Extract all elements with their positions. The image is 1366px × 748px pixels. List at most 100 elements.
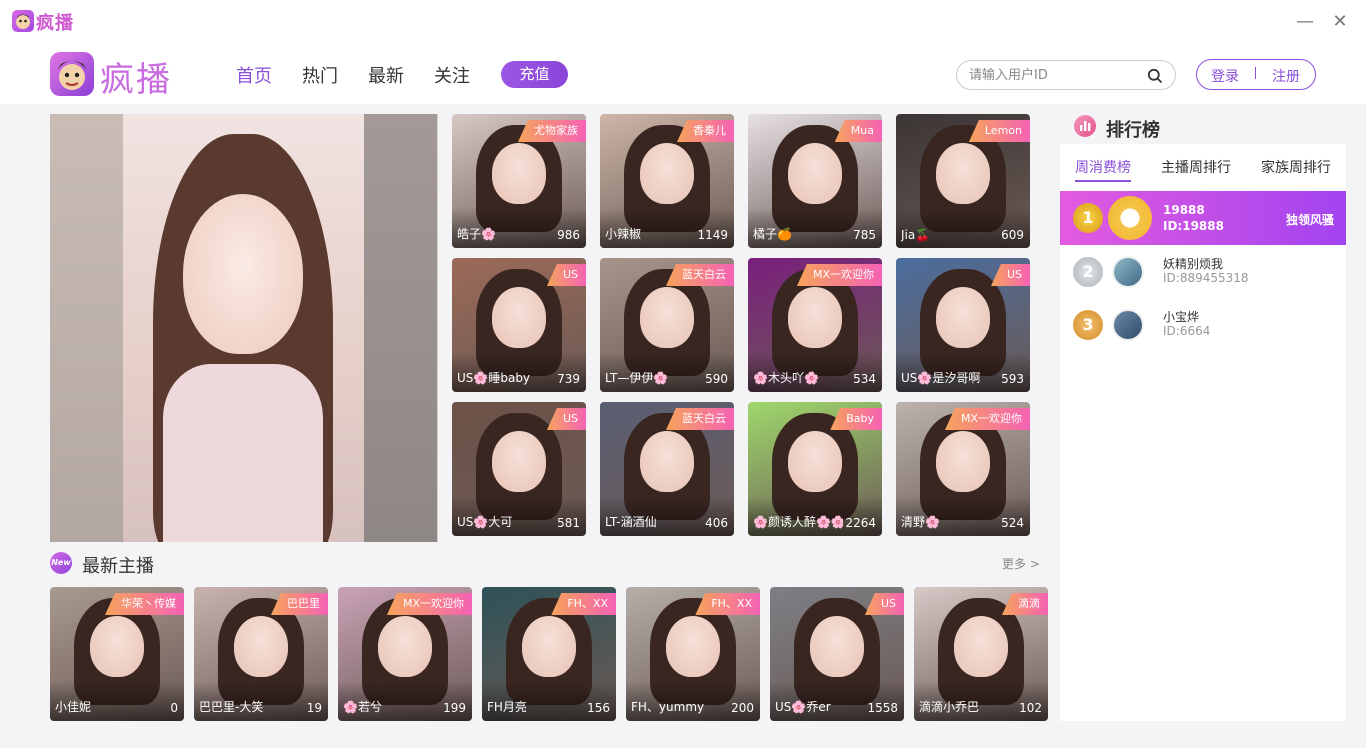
viewer-count: 581 xyxy=(557,516,580,530)
stream-card[interactable]: US US🌸乔er 1558 xyxy=(770,587,904,721)
tab-anchor-weekly[interactable]: 主播周排行 xyxy=(1161,157,1231,177)
stream-card[interactable]: MX一欢迎你 🌸若兮 199 xyxy=(338,587,472,721)
recharge-button[interactable]: 充值 xyxy=(501,61,568,88)
nav-home[interactable]: 首页 xyxy=(236,62,272,88)
streamer-name: 小辣椒 xyxy=(605,227,642,241)
streamer-face xyxy=(954,616,1008,677)
brand-logo-text[interactable]: 疯播 xyxy=(100,52,172,101)
streamer-name: 巴巴里-大笑 xyxy=(199,700,264,714)
ranking-row[interactable]: 3 小宝烨 ID:6664 xyxy=(1060,298,1346,352)
streamer-face xyxy=(788,287,842,348)
viewer-count: 200 xyxy=(731,701,754,715)
stream-card[interactable]: 巴巴里 巴巴里-大笑 19 xyxy=(194,587,328,721)
stream-card[interactable]: MX一欢迎你清野🌸 524 xyxy=(896,402,1030,536)
viewer-count: 156 xyxy=(587,701,610,715)
close-button[interactable]: ✕ xyxy=(1330,12,1350,32)
tab-weekly-spend[interactable]: 周消费榜 xyxy=(1075,157,1131,177)
streamer-name: US🌸大可 xyxy=(457,515,513,529)
family-tag: 滴滴 xyxy=(1002,593,1048,615)
streamer-face xyxy=(492,287,546,348)
family-tag: MX一欢迎你 xyxy=(944,408,1030,430)
viewer-count: 785 xyxy=(853,228,876,242)
viewer-count: 609 xyxy=(1001,228,1024,242)
streamer-name: 🌸若兮 xyxy=(343,700,382,714)
ranking-row[interactable]: 2 妖精别烦我 ID:889455318 xyxy=(1060,245,1346,299)
video-blur-left xyxy=(50,114,123,542)
family-tag: FH、XX xyxy=(551,593,616,615)
family-tag: 尤物家族 xyxy=(518,120,586,142)
featured-live-video[interactable] xyxy=(50,114,438,542)
ranking-title: 排行榜 xyxy=(1106,120,1160,141)
streamer-name: 小佳妮 xyxy=(55,700,92,714)
stream-card[interactable]: US US🌸大可 581 xyxy=(452,402,586,536)
minimize-button[interactable]: — xyxy=(1295,12,1315,32)
tab-family-weekly[interactable]: 家族周排行 xyxy=(1261,157,1331,177)
streamer-face xyxy=(936,143,990,204)
stream-card[interactable]: Lemon Jia🍒 609 xyxy=(896,114,1030,248)
stream-card[interactable]: 滴滴 滴滴小乔巴 102 xyxy=(914,587,1048,721)
avatar xyxy=(1112,256,1144,288)
family-tag: US xyxy=(990,264,1030,286)
brand-logo-icon[interactable] xyxy=(50,52,94,96)
streamer-name: Jia🍒 xyxy=(901,228,931,242)
streamer-name: LT-涵酒仙 xyxy=(605,515,657,529)
viewer-count: 1558 xyxy=(867,701,898,715)
stream-card[interactable]: 尤物家族 皓子🌸 986 xyxy=(452,114,586,248)
silver-medal-icon: 2 xyxy=(1073,257,1103,287)
viewer-count: 199 xyxy=(443,701,466,715)
nav-hot[interactable]: 热门 xyxy=(302,62,338,88)
stream-card[interactable]: MX一欢迎你 🌸木头吖🌸 534 xyxy=(748,258,882,392)
streamer-name: LT—伊伊🌸 xyxy=(605,371,669,385)
title-bar: 疯播 — ✕ xyxy=(0,0,1366,44)
streamer-name: US🌸是汐哥啊 xyxy=(901,371,981,385)
login-button[interactable]: 登录 xyxy=(1211,66,1239,86)
stream-card[interactable]: 华荣丶传媒 小佳妮 0 xyxy=(50,587,184,721)
ranking-name: 19888 xyxy=(1163,203,1205,217)
stream-card[interactable]: US US🌸是汐哥啊 593 xyxy=(896,258,1030,392)
bronze-medal-icon: 3 xyxy=(1073,310,1103,340)
auth-divider xyxy=(1255,67,1256,79)
streamer-face xyxy=(90,616,144,677)
search-icon[interactable] xyxy=(1147,68,1163,84)
nav-follow[interactable]: 关注 xyxy=(434,62,470,88)
viewer-count: 524 xyxy=(1001,516,1024,530)
video-blur-right xyxy=(364,114,437,542)
stream-card[interactable]: Baby 🌸颜诱人醉🌸🌸 2264 xyxy=(748,402,882,536)
ranking-name: 小宝烨 xyxy=(1163,310,1200,324)
stream-card[interactable]: 香秦儿 小辣椒 1149 xyxy=(600,114,734,248)
ranking-badge: 独领风骚 xyxy=(1285,213,1334,227)
nav-latest[interactable]: 最新 xyxy=(368,62,404,88)
app-logo-icon xyxy=(12,10,34,32)
search-input[interactable] xyxy=(969,66,1139,84)
stream-card[interactable]: Mua 橘子🍊 785 xyxy=(748,114,882,248)
family-tag: US xyxy=(546,408,586,430)
avatar xyxy=(1108,196,1152,240)
family-tag: 香秦儿 xyxy=(677,120,734,142)
stream-card[interactable]: 蓝天白云 LT—伊伊🌸 590 xyxy=(600,258,734,392)
viewer-count: 406 xyxy=(705,516,728,530)
streamer-face xyxy=(936,431,990,492)
streamer-face xyxy=(666,616,720,677)
window-title: 疯播 xyxy=(36,13,74,34)
stream-card[interactable]: FH、XX FH月亮 156 xyxy=(482,587,616,721)
family-tag: 蓝天白云 xyxy=(666,408,734,430)
ranking-chart-icon xyxy=(1074,115,1096,137)
ranking-id: ID:889455318 xyxy=(1163,271,1249,285)
family-tag: Lemon xyxy=(968,120,1030,142)
active-tab-indicator xyxy=(1075,180,1131,182)
stream-card[interactable]: 蓝天白云 LT-涵酒仙 406 xyxy=(600,402,734,536)
streamer-name: 清野🌸 xyxy=(901,515,940,529)
top-navigation: 疯播 首页 热门 最新 关注 充值 登录 注册 xyxy=(0,44,1366,104)
auth-box: 登录 注册 xyxy=(1196,59,1316,90)
family-tag: 巴巴里 xyxy=(271,593,328,615)
streamer-name: FH月亮 xyxy=(487,700,527,714)
stream-card[interactable]: FH、XX FH、yummy 200 xyxy=(626,587,760,721)
register-button[interactable]: 注册 xyxy=(1272,66,1300,86)
stream-card[interactable]: US US🌸睡baby 739 xyxy=(452,258,586,392)
viewer-count: 590 xyxy=(705,372,728,386)
ranking-row[interactable]: 1 19888 ID:19888 独领风骚 xyxy=(1060,191,1346,245)
ranking-id: ID:6664 xyxy=(1163,324,1211,338)
more-link[interactable]: 更多 > xyxy=(1002,555,1040,572)
avatar xyxy=(1112,309,1144,341)
family-tag: Mua xyxy=(834,120,882,142)
